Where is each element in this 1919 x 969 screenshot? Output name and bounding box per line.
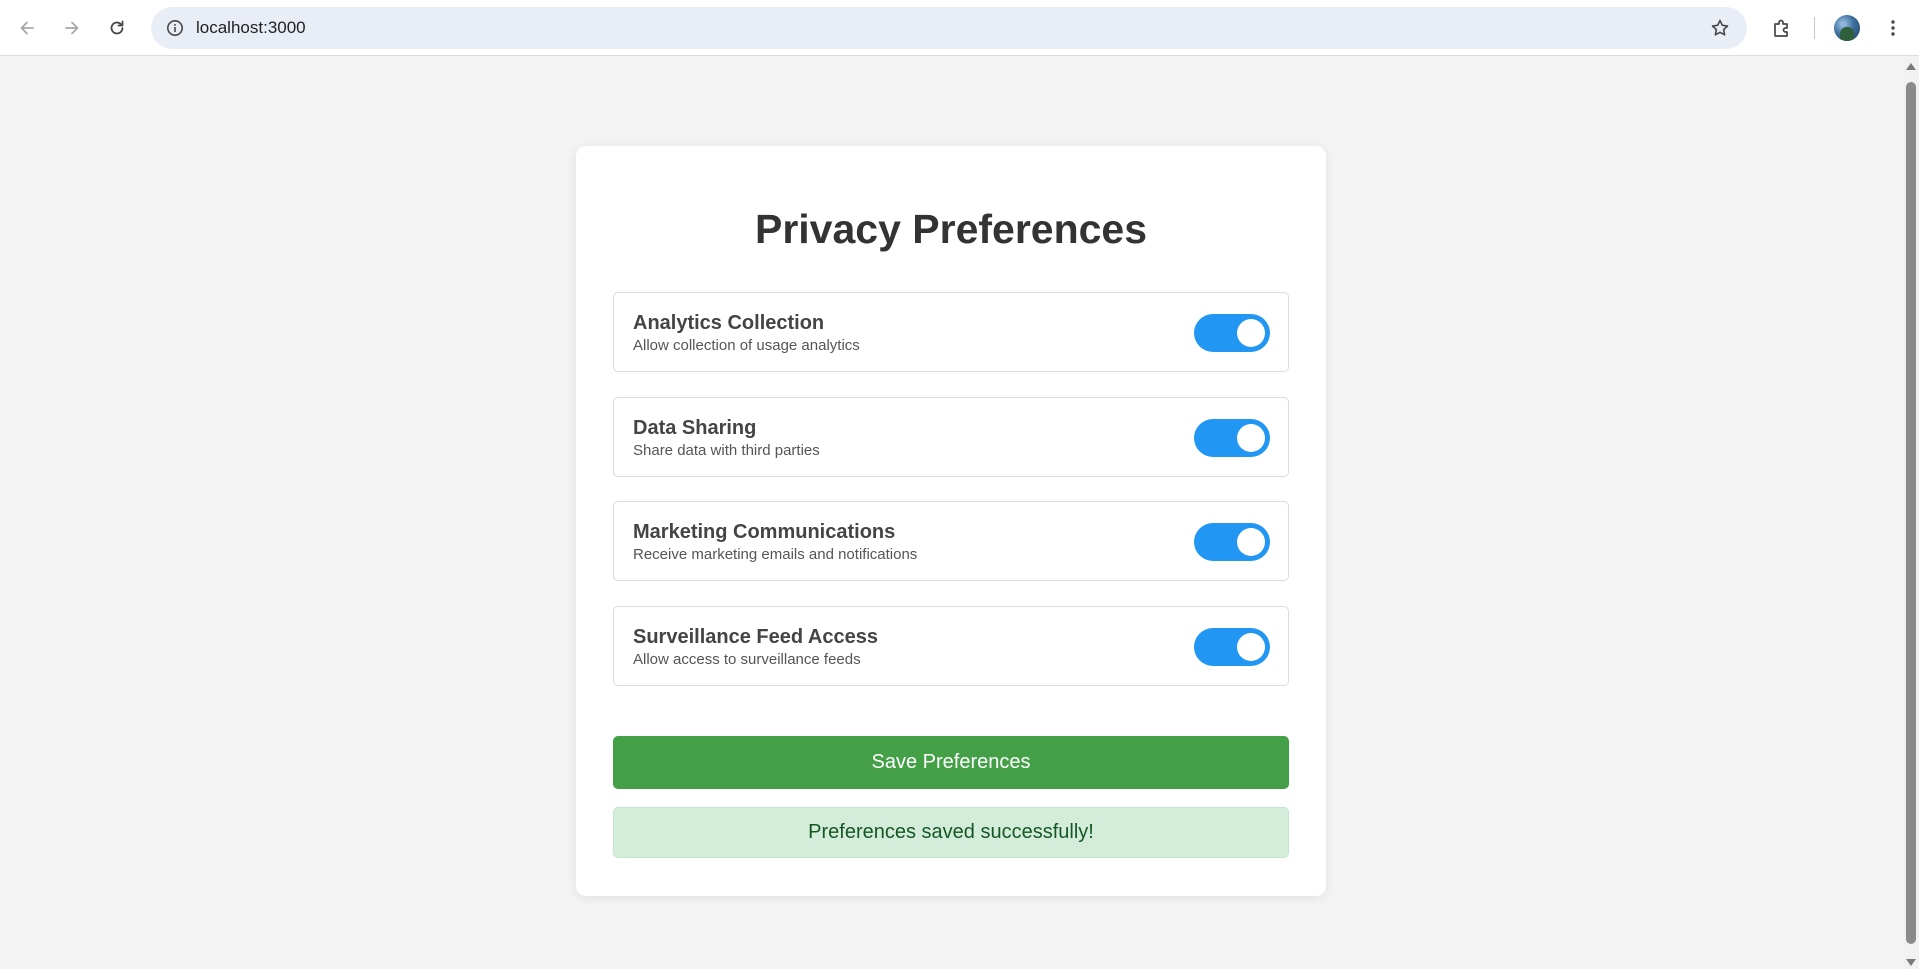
scroll-up-arrow-icon[interactable] xyxy=(1906,63,1916,70)
browser-toolbar: localhost:3000 xyxy=(0,0,1919,56)
toggle-knob xyxy=(1237,319,1265,347)
scroll-down-arrow-icon[interactable] xyxy=(1906,959,1916,966)
page-scrollbar[interactable] xyxy=(1903,57,1919,969)
back-button[interactable] xyxy=(9,10,45,46)
preference-title: Surveillance Feed Access xyxy=(633,626,878,648)
preference-description: Share data with third parties xyxy=(633,442,820,459)
preference-item-marketing: Marketing Communications Receive marketi… xyxy=(613,501,1289,581)
toolbar-divider xyxy=(1814,17,1815,39)
forward-arrow-icon xyxy=(65,21,79,35)
preference-title: Analytics Collection xyxy=(633,312,825,334)
scroll-thumb[interactable] xyxy=(1906,82,1916,944)
preference-description: Allow access to surveillance feeds xyxy=(633,651,861,668)
reload-button[interactable] xyxy=(99,10,135,46)
toggle-knob xyxy=(1237,633,1265,661)
url-text[interactable]: localhost:3000 xyxy=(196,7,306,49)
bookmark-button[interactable] xyxy=(1705,13,1735,43)
bookmark-star-icon xyxy=(1711,19,1729,36)
preference-title: Marketing Communications xyxy=(633,521,896,543)
data-sharing-toggle[interactable] xyxy=(1194,419,1270,457)
preference-item-data-sharing: Data Sharing Share data with third parti… xyxy=(613,397,1289,477)
reload-icon xyxy=(110,20,124,35)
forward-button[interactable] xyxy=(54,10,90,46)
more-menu-button[interactable] xyxy=(1875,10,1911,46)
preference-description: Receive marketing emails and notificatio… xyxy=(633,546,918,563)
toggle-knob xyxy=(1237,528,1265,556)
preference-title: Data Sharing xyxy=(633,417,757,439)
privacy-preferences-card: Privacy Preferences Analytics Collection… xyxy=(576,146,1326,896)
preference-item-analytics: Analytics Collection Allow collection of… xyxy=(613,292,1289,372)
marketing-toggle[interactable] xyxy=(1194,523,1270,561)
more-menu-icon xyxy=(1891,20,1895,36)
extensions-icon xyxy=(1774,19,1788,37)
surveillance-toggle[interactable] xyxy=(1194,628,1270,666)
preference-description: Allow collection of usage analytics xyxy=(633,337,860,354)
site-info-icon xyxy=(167,20,183,36)
save-preferences-button[interactable]: Save Preferences xyxy=(613,736,1289,789)
profile-avatar[interactable] xyxy=(1834,15,1860,41)
analytics-toggle[interactable] xyxy=(1194,314,1270,352)
extensions-button[interactable] xyxy=(1764,10,1800,46)
toggle-knob xyxy=(1237,424,1265,452)
preference-item-surveillance: Surveillance Feed Access Allow access to… xyxy=(613,606,1289,686)
address-bar[interactable]: localhost:3000 xyxy=(151,7,1747,49)
site-info-button[interactable] xyxy=(161,14,189,42)
back-arrow-icon xyxy=(20,21,34,35)
page-title: Privacy Preferences xyxy=(754,206,1148,252)
success-message: Preferences saved successfully! xyxy=(613,807,1289,858)
